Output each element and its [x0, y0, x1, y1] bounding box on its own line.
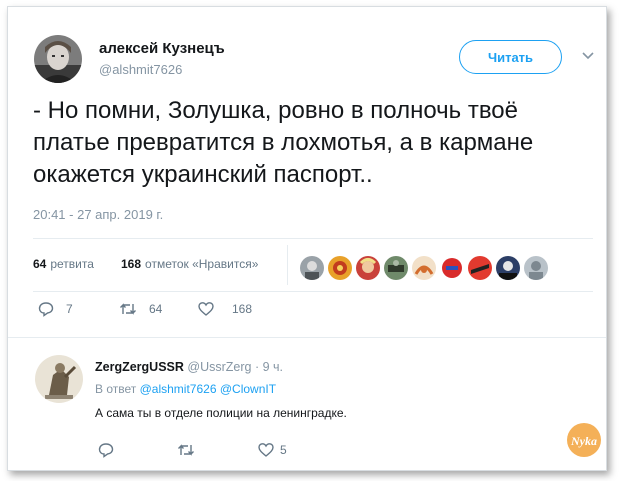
liker-avatar[interactable]: [356, 256, 380, 280]
liker-avatar[interactable]: [384, 256, 408, 280]
likes-label: отметок «Нравится»: [145, 257, 259, 271]
follow-button[interactable]: Читать: [459, 40, 562, 74]
svg-text:Nyka: Nyka: [570, 434, 597, 448]
retweet-action[interactable]: 64: [119, 301, 162, 317]
reply-header: ZergZergUSSR @UssrZerg · 9 ч.: [95, 360, 283, 374]
reply-time[interactable]: · 9 ч.: [255, 360, 283, 374]
watermark-logo: Nyka: [566, 422, 602, 458]
reply-author-name[interactable]: ZergZergUSSR: [95, 360, 184, 374]
liker-avatar[interactable]: [468, 256, 492, 280]
reply-icon: [98, 443, 114, 458]
like-action[interactable]: 168: [198, 301, 252, 317]
reply-text: А сама ты в отделе полиции на ленинградк…: [95, 406, 347, 420]
liker-avatar[interactable]: [412, 256, 436, 280]
liker-avatar[interactable]: [496, 256, 520, 280]
liker-avatar[interactable]: [300, 256, 324, 280]
tweet-stats: 64 ретвита 168 отметок «Нравится»: [33, 238, 593, 292]
replies-divider: [8, 337, 606, 338]
reply-like-action[interactable]: 5: [258, 442, 287, 458]
author-handle[interactable]: @alshmit7626: [99, 62, 182, 77]
reply-retweet-action[interactable]: [177, 442, 207, 458]
tweet-card: алексей Кузнецъ @alshmit7626 Читать - Но…: [7, 6, 607, 471]
heart-icon: [198, 302, 214, 316]
reply-to-user-link[interactable]: @ClownIT: [220, 382, 276, 396]
liker-avatar[interactable]: [328, 256, 352, 280]
reply-count: 7: [66, 302, 73, 316]
reply-to-user-link[interactable]: @alshmit7626: [140, 382, 217, 396]
retweets-count: 64: [33, 257, 47, 271]
reply-to-prefix: В ответ: [95, 382, 137, 396]
retweet-icon: [178, 444, 194, 456]
stats-divider: [287, 245, 288, 285]
tweet-text: - Но помни, Золушка, ровно в полночь тво…: [33, 97, 534, 188]
reply-author-handle[interactable]: @UssrZerg: [187, 360, 251, 374]
like-count: 168: [232, 302, 253, 316]
likes-count: 168: [121, 257, 142, 271]
retweets-label: ретвита: [50, 257, 94, 271]
retweet-count: 64: [149, 302, 163, 316]
tweet-timestamp[interactable]: 20:41 - 27 апр. 2019 г.: [33, 207, 163, 222]
chevron-down-icon[interactable]: [581, 49, 595, 63]
reply-icon: [38, 302, 54, 317]
reply-action[interactable]: 7: [38, 301, 73, 317]
reply-to-line: В ответ @alshmit7626 @ClownIT: [95, 382, 276, 396]
reply-author-avatar[interactable]: [35, 355, 83, 403]
reply-like-count: 5: [280, 443, 287, 457]
author-avatar[interactable]: [34, 35, 82, 83]
retweets-stat[interactable]: 64 ретвита: [33, 257, 94, 271]
reply-reply-action[interactable]: [98, 442, 126, 458]
likes-stat[interactable]: 168 отметок «Нравится»: [121, 257, 258, 271]
retweet-icon: [120, 303, 136, 315]
heart-icon: [258, 443, 274, 457]
liker-avatar[interactable]: [524, 256, 548, 280]
liker-avatar[interactable]: [440, 256, 464, 280]
author-name[interactable]: алексей Кузнецъ: [99, 40, 225, 57]
